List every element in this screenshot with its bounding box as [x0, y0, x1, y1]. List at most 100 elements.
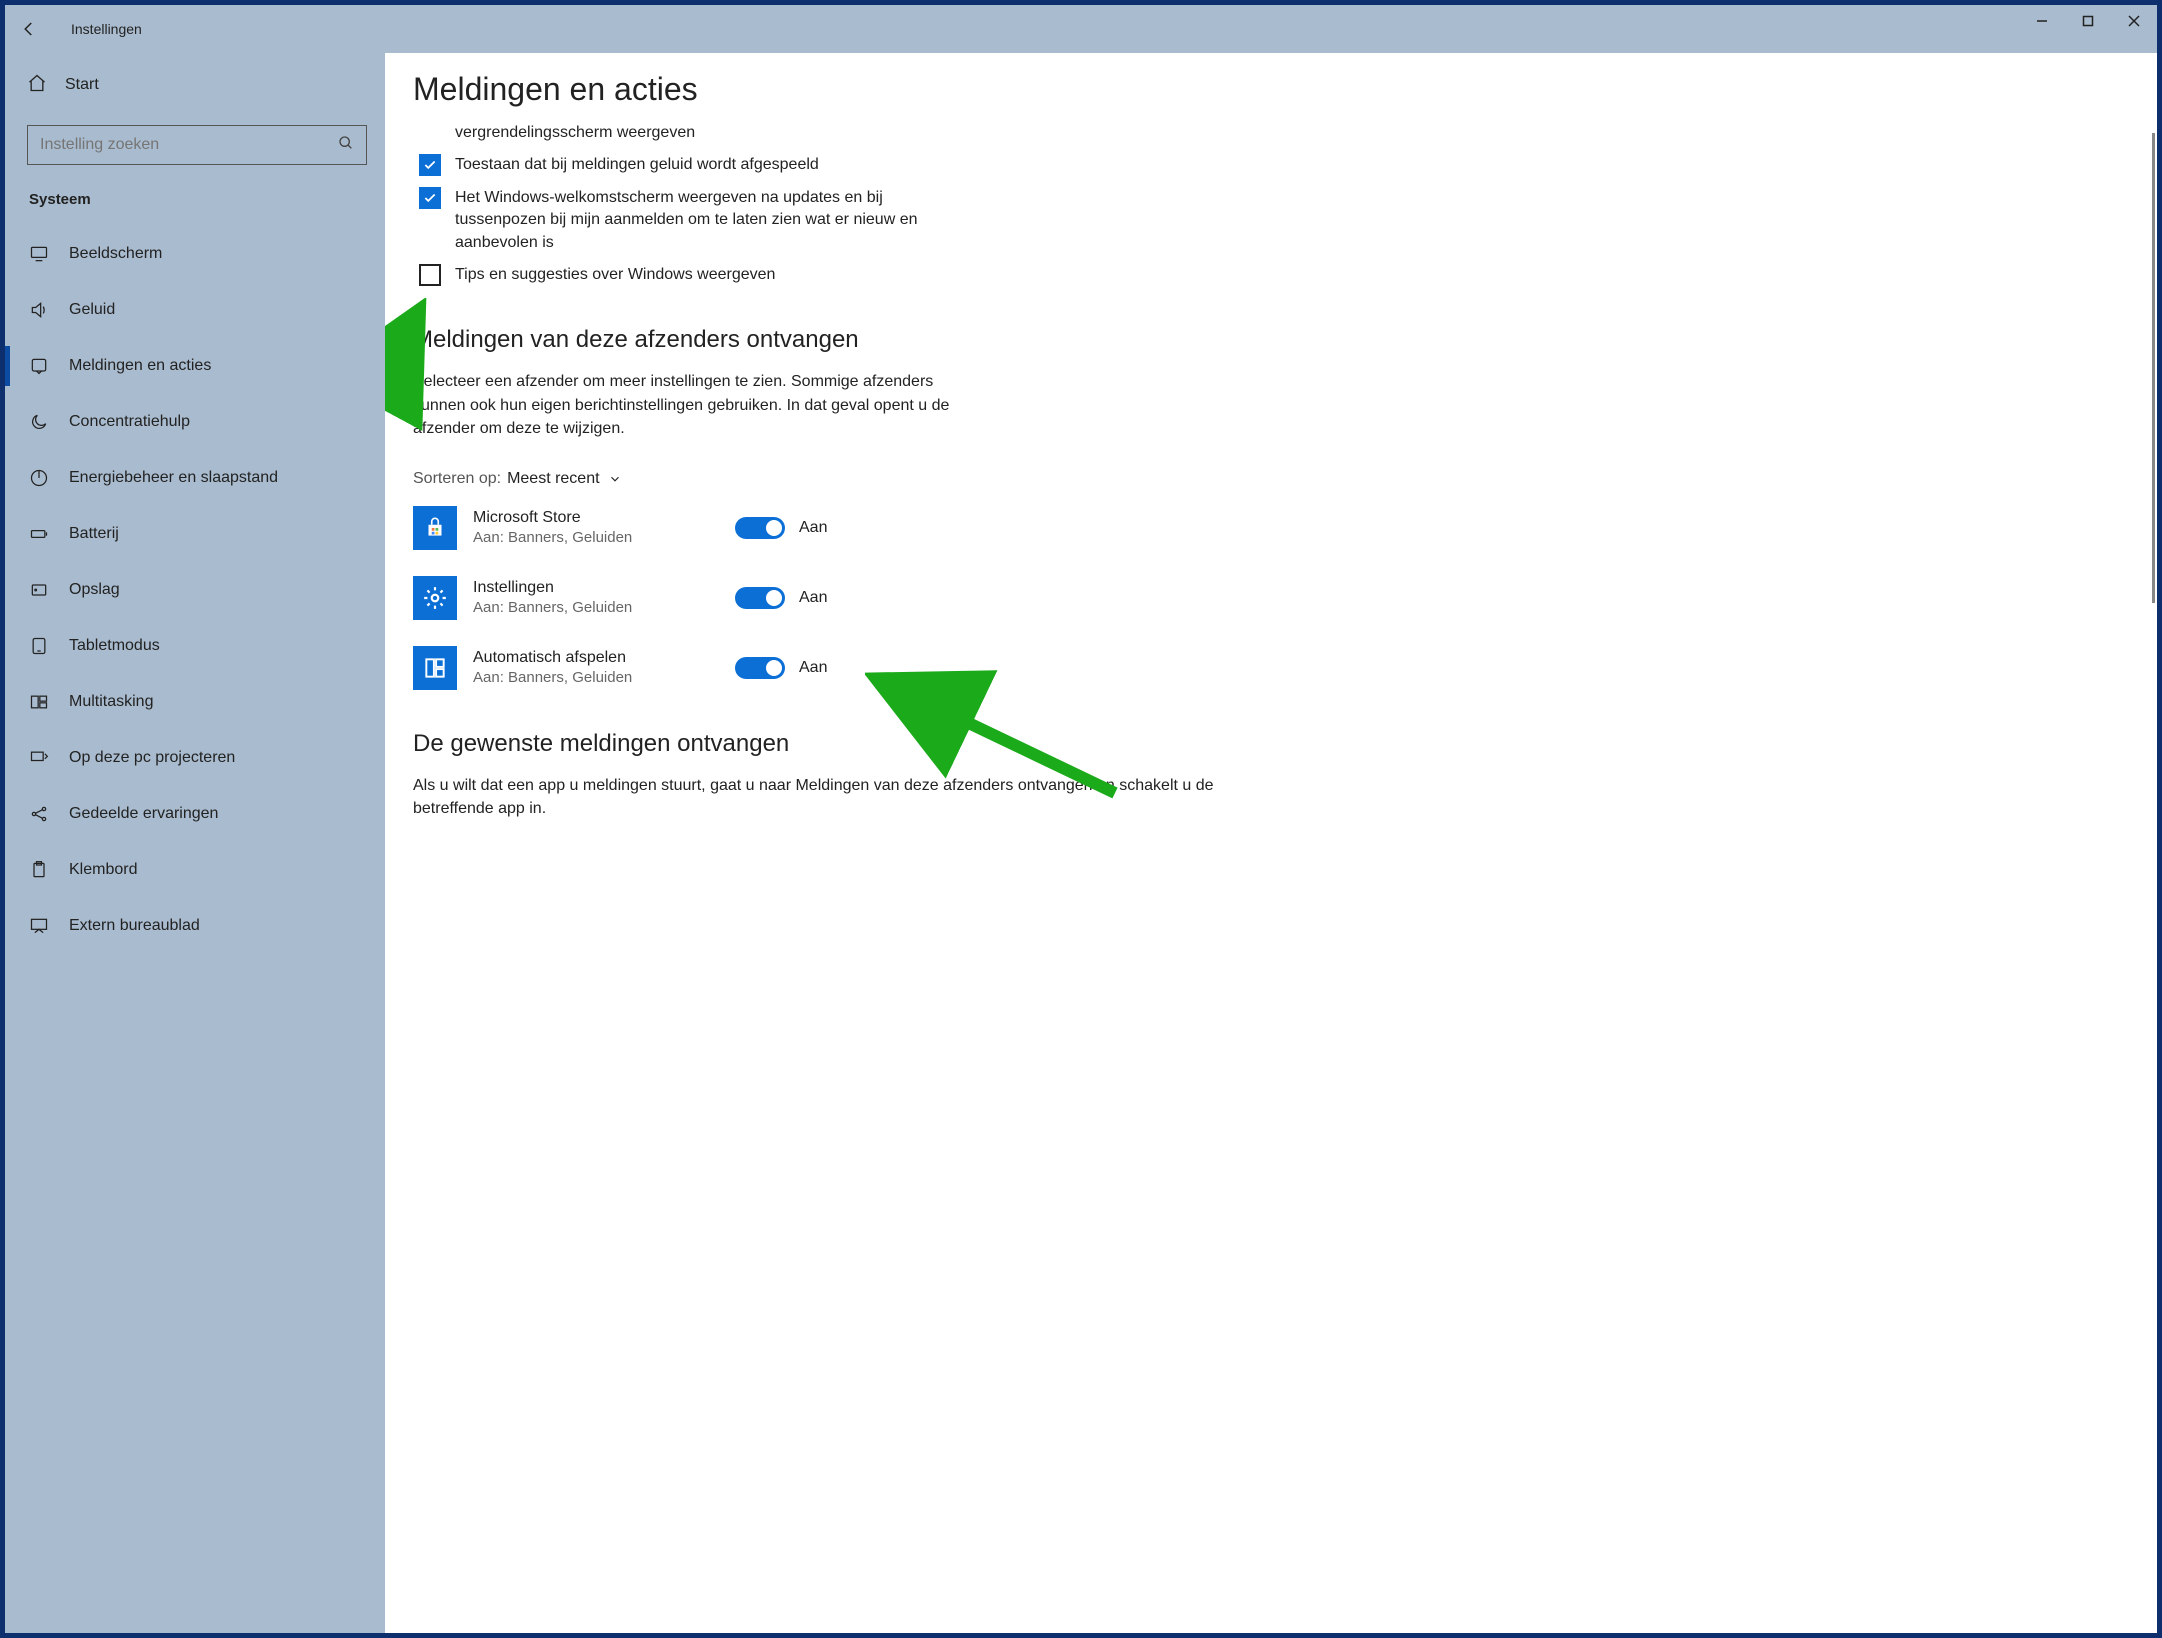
sidebar-item-label: Tabletmodus [69, 637, 160, 655]
titlebar: Instellingen [5, 5, 2157, 53]
maximize-button[interactable] [2065, 5, 2111, 37]
sender-name: Automatisch afspelen [473, 649, 723, 667]
sidebar-item-label: Batterij [69, 525, 119, 543]
sender-sub: Aan: Banners, Geluiden [473, 599, 723, 616]
clipboard-icon [27, 860, 51, 880]
sidebar-item-shared[interactable]: Gedeelde ervaringen [5, 786, 385, 842]
inner-scrollbar[interactable] [2152, 133, 2155, 603]
sender-info: Instellingen Aan: Banners, Geluiden [473, 579, 723, 616]
sender-toggle-1[interactable] [735, 587, 785, 609]
moon-icon [27, 412, 51, 432]
sidebar-item-label: Concentratiehulp [69, 413, 190, 431]
sender-tile-store [413, 506, 457, 550]
footer-heading: De gewenste meldingen ontvangen [413, 730, 2117, 758]
page-heading: Meldingen en acties [413, 71, 2117, 108]
senders-heading: Meldingen van deze afzenders ontvangen [413, 326, 2117, 354]
chevron-down-icon [608, 472, 622, 486]
senders-description: Selecteer een afzender om meer instellin… [413, 370, 953, 440]
sidebar-item-project[interactable]: Op deze pc projecteren [5, 730, 385, 786]
sender-info: Automatisch afspelen Aan: Banners, Gelui… [473, 649, 723, 686]
sort-value: Meest recent [507, 470, 599, 488]
home-button[interactable]: Start [5, 57, 385, 113]
sender-info: Microsoft Store Aan: Banners, Geluiden [473, 509, 723, 546]
home-icon [27, 73, 47, 98]
sender-toggle-2[interactable] [735, 657, 785, 679]
footer-description: Als u wilt dat een app u meldingen stuur… [413, 774, 1273, 820]
storage-icon [27, 580, 51, 600]
sender-toggle-label: Aan [799, 659, 827, 677]
checkbox-1[interactable] [419, 154, 441, 176]
remote-icon [27, 916, 51, 936]
back-button[interactable] [5, 5, 53, 53]
sort-label: Sorteren op: [413, 470, 501, 488]
tablet-icon [27, 636, 51, 656]
sound-icon [27, 300, 51, 320]
sender-toggle-label: Aan [799, 589, 827, 607]
notify-icon [27, 356, 51, 376]
checkbox-2[interactable] [419, 187, 441, 209]
window-controls [2019, 5, 2157, 37]
sender-toggle-0[interactable] [735, 517, 785, 539]
checkbox-row-2: Het Windows-welkomstscherm weergeven na … [419, 187, 939, 254]
home-label: Start [65, 76, 99, 94]
sender-row-1[interactable]: Instellingen Aan: Banners, Geluiden Aan [413, 576, 2117, 620]
sidebar-item-display[interactable]: Beeldscherm [5, 226, 385, 282]
sidebar-item-clipboard[interactable]: Klembord [5, 842, 385, 898]
sidebar: Start Systeem Beeldscherm Geluid Meldingen… [5, 53, 385, 1633]
search-box[interactable] [27, 125, 367, 165]
sidebar-item-storage[interactable]: Opslag [5, 562, 385, 618]
sender-row-0[interactable]: Microsoft Store Aan: Banners, Geluiden A… [413, 506, 2117, 550]
battery-icon [27, 524, 51, 544]
sender-sub: Aan: Banners, Geluiden [473, 669, 723, 686]
multitask-icon [27, 692, 51, 712]
checkbox-row-1: Toestaan dat bij meldingen geluid wordt … [419, 154, 939, 176]
sender-toggle-label: Aan [799, 519, 827, 537]
search-input[interactable] [40, 136, 338, 154]
sidebar-item-tablet[interactable]: Tabletmodus [5, 618, 385, 674]
project-icon [27, 748, 51, 768]
window-title: Instellingen [71, 21, 142, 37]
power-icon [27, 468, 51, 488]
sidebar-item-label: Opslag [69, 581, 120, 599]
sender-name: Instellingen [473, 579, 723, 597]
close-button[interactable] [2111, 5, 2157, 37]
sender-tile-gear [413, 576, 457, 620]
sender-sub: Aan: Banners, Geluiden [473, 529, 723, 546]
checkbox-row-0: vergrendelingsscherm weergeven [419, 122, 939, 144]
sort-row: Sorteren op: Meest recent [413, 470, 2117, 488]
settings-window: Instellingen Start [5, 5, 2157, 1633]
sidebar-item-label: Extern bureaublad [69, 917, 200, 935]
sort-dropdown[interactable]: Meest recent [507, 470, 621, 488]
shared-icon [27, 804, 51, 824]
sidebar-item-battery[interactable]: Batterij [5, 506, 385, 562]
sidebar-item-sound[interactable]: Geluid [5, 282, 385, 338]
sidebar-item-power[interactable]: Energiebeheer en slaapstand [5, 450, 385, 506]
sidebar-item-label: Meldingen en acties [69, 357, 211, 375]
display-icon [27, 244, 51, 264]
sidebar-item-multitask[interactable]: Multitasking [5, 674, 385, 730]
checkbox-row-3: Tips en suggesties over Windows weergeve… [419, 264, 939, 286]
minimize-button[interactable] [2019, 5, 2065, 37]
search-icon [338, 135, 354, 156]
sender-tile-autoplay [413, 646, 457, 690]
sidebar-item-label: Geluid [69, 301, 115, 319]
sidebar-item-label: Klembord [69, 861, 137, 879]
checkbox-label-3: Tips en suggesties over Windows weergeve… [455, 264, 775, 286]
sidebar-item-label: Multitasking [69, 693, 153, 711]
checkbox-label-0: vergrendelingsscherm weergeven [455, 122, 695, 144]
content[interactable]: Meldingen en acties vergrendelingsscherm… [385, 53, 2157, 1633]
sender-row-2[interactable]: Automatisch afspelen Aan: Banners, Gelui… [413, 646, 2117, 690]
sidebar-item-remote[interactable]: Extern bureaublad [5, 898, 385, 954]
nav-list: Beeldscherm Geluid Meldingen en acties Conc… [5, 226, 385, 1633]
checkbox-label-1: Toestaan dat bij meldingen geluid wordt … [455, 154, 819, 176]
section-label: Systeem [5, 183, 385, 226]
sidebar-item-label: Beeldscherm [69, 245, 162, 263]
sender-name: Microsoft Store [473, 509, 723, 527]
sidebar-item-label: Energiebeheer en slaapstand [69, 469, 278, 487]
sidebar-item-notify[interactable]: Meldingen en acties [5, 338, 385, 394]
sidebar-item-moon[interactable]: Concentratiehulp [5, 394, 385, 450]
sidebar-item-label: Gedeelde ervaringen [69, 805, 218, 823]
checkbox-3[interactable] [419, 264, 441, 286]
sidebar-item-label: Op deze pc projecteren [69, 749, 235, 767]
checkbox-label-2: Het Windows-welkomstscherm weergeven na … [455, 187, 939, 254]
